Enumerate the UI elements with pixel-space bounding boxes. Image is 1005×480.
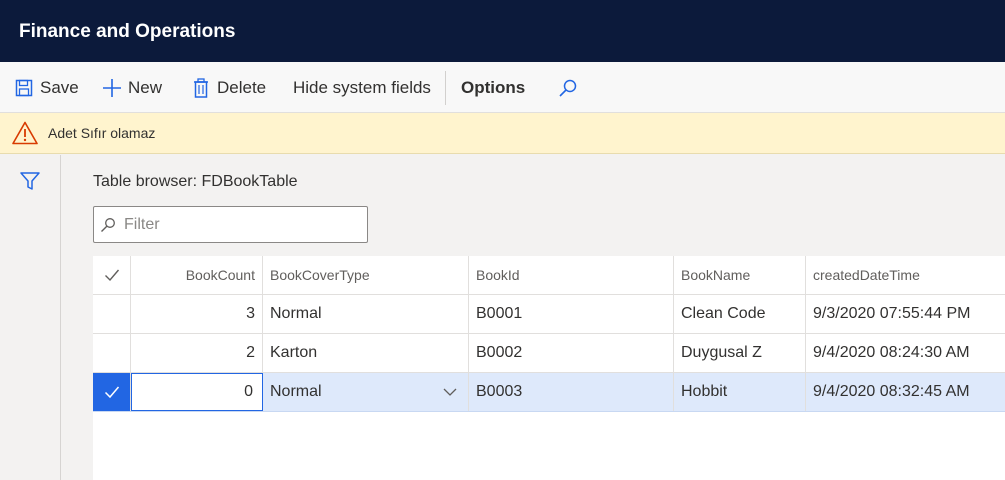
grid-header-row: BookCount BookCoverType BookId BookName … [93, 256, 1005, 295]
chevron-down-icon[interactable] [443, 385, 457, 399]
filter-pane [0, 155, 61, 480]
new-label: New [128, 77, 163, 97]
bookcount-input[interactable] [139, 383, 255, 401]
warning-icon [12, 121, 38, 145]
app-title: Finance and Operations [19, 21, 236, 42]
bookcovertype-value: Normal [270, 383, 322, 400]
cell-bookname[interactable]: Clean Code [674, 295, 806, 333]
action-pane: Save New Delete Hide system fields Optio… [0, 62, 1005, 113]
cell-bookid[interactable]: B0003 [469, 373, 674, 411]
cell-bookid[interactable]: B0001 [469, 295, 674, 333]
column-header-bookname[interactable]: BookName [674, 256, 806, 294]
data-grid: BookCount BookCoverType BookId BookName … [93, 256, 1005, 480]
column-header-bookcount[interactable]: BookCount [131, 256, 263, 294]
plus-icon [102, 78, 122, 98]
cell-bookid[interactable]: B0002 [469, 334, 674, 372]
table-row[interactable]: 3 Normal B0001 Clean Code 9/3/2020 07:55… [93, 295, 1005, 334]
delete-label: Delete [217, 77, 267, 97]
search-icon [100, 217, 116, 233]
cell-bookcount[interactable]: 2 [131, 334, 263, 372]
cell-bookcovertype[interactable]: Karton [263, 334, 469, 372]
cell-createddatetime[interactable]: 9/4/2020 08:32:45 AM [806, 373, 1005, 411]
cell-bookcount-editor[interactable] [131, 373, 263, 411]
hide-system-fields-button[interactable]: Hide system fields [293, 62, 431, 113]
funnel-icon[interactable] [19, 170, 41, 192]
cell-createddatetime[interactable]: 9/3/2020 07:55:44 PM [806, 295, 1005, 333]
cell-bookcovertype[interactable]: Normal [263, 295, 469, 333]
main-content: Table browser: FDBookTable BookCount Boo… [62, 155, 1005, 480]
hide-system-fields-label: Hide system fields [293, 77, 431, 97]
options-label: Options [461, 77, 526, 97]
column-header-createddatetime[interactable]: createdDateTime [806, 256, 1005, 294]
delete-button[interactable]: Delete [191, 62, 266, 113]
cell-bookcovertype-dropdown[interactable]: Normal [263, 373, 469, 411]
cell-bookname[interactable]: Duygusal Z [674, 334, 806, 372]
filter-field[interactable] [93, 206, 368, 243]
filter-input[interactable] [124, 213, 359, 237]
table-row-selected[interactable]: Normal B0003 Hobbit 9/4/2020 08:32:45 AM [93, 373, 1005, 412]
trash-icon [191, 77, 211, 98]
row-selector-checked[interactable] [93, 373, 131, 411]
table-row[interactable]: 2 Karton B0002 Duygusal Z 9/4/2020 08:24… [93, 334, 1005, 373]
bookcovertype-combo: Normal [270, 383, 461, 401]
cell-bookname[interactable]: Hobbit [674, 373, 806, 411]
save-label: Save [40, 77, 79, 97]
column-header-bookcovertype[interactable]: BookCoverType [263, 256, 469, 294]
select-all-checkbox[interactable] [93, 256, 131, 294]
new-button[interactable]: New [102, 62, 162, 113]
cell-createddatetime[interactable]: 9/4/2020 08:24:30 AM [806, 334, 1005, 372]
save-icon [14, 78, 34, 98]
checkmark-icon [104, 269, 119, 282]
warning-message-bar: Adet Sıfır olamaz [0, 113, 1005, 154]
save-button[interactable]: Save [14, 62, 79, 113]
row-selector[interactable] [93, 295, 131, 333]
toolbar-divider [445, 71, 446, 105]
checkmark-icon [104, 386, 119, 399]
row-selector[interactable] [93, 334, 131, 372]
cell-bookcount[interactable]: 3 [131, 295, 263, 333]
warning-text: Adet Sıfır olamaz [48, 125, 156, 141]
column-header-bookid[interactable]: BookId [469, 256, 674, 294]
page-title: Table browser: FDBookTable [93, 173, 298, 190]
search-icon [558, 78, 578, 98]
options-tab[interactable]: Options [461, 62, 525, 113]
search-button[interactable] [558, 62, 584, 113]
app-header: Finance and Operations [0, 0, 1005, 62]
